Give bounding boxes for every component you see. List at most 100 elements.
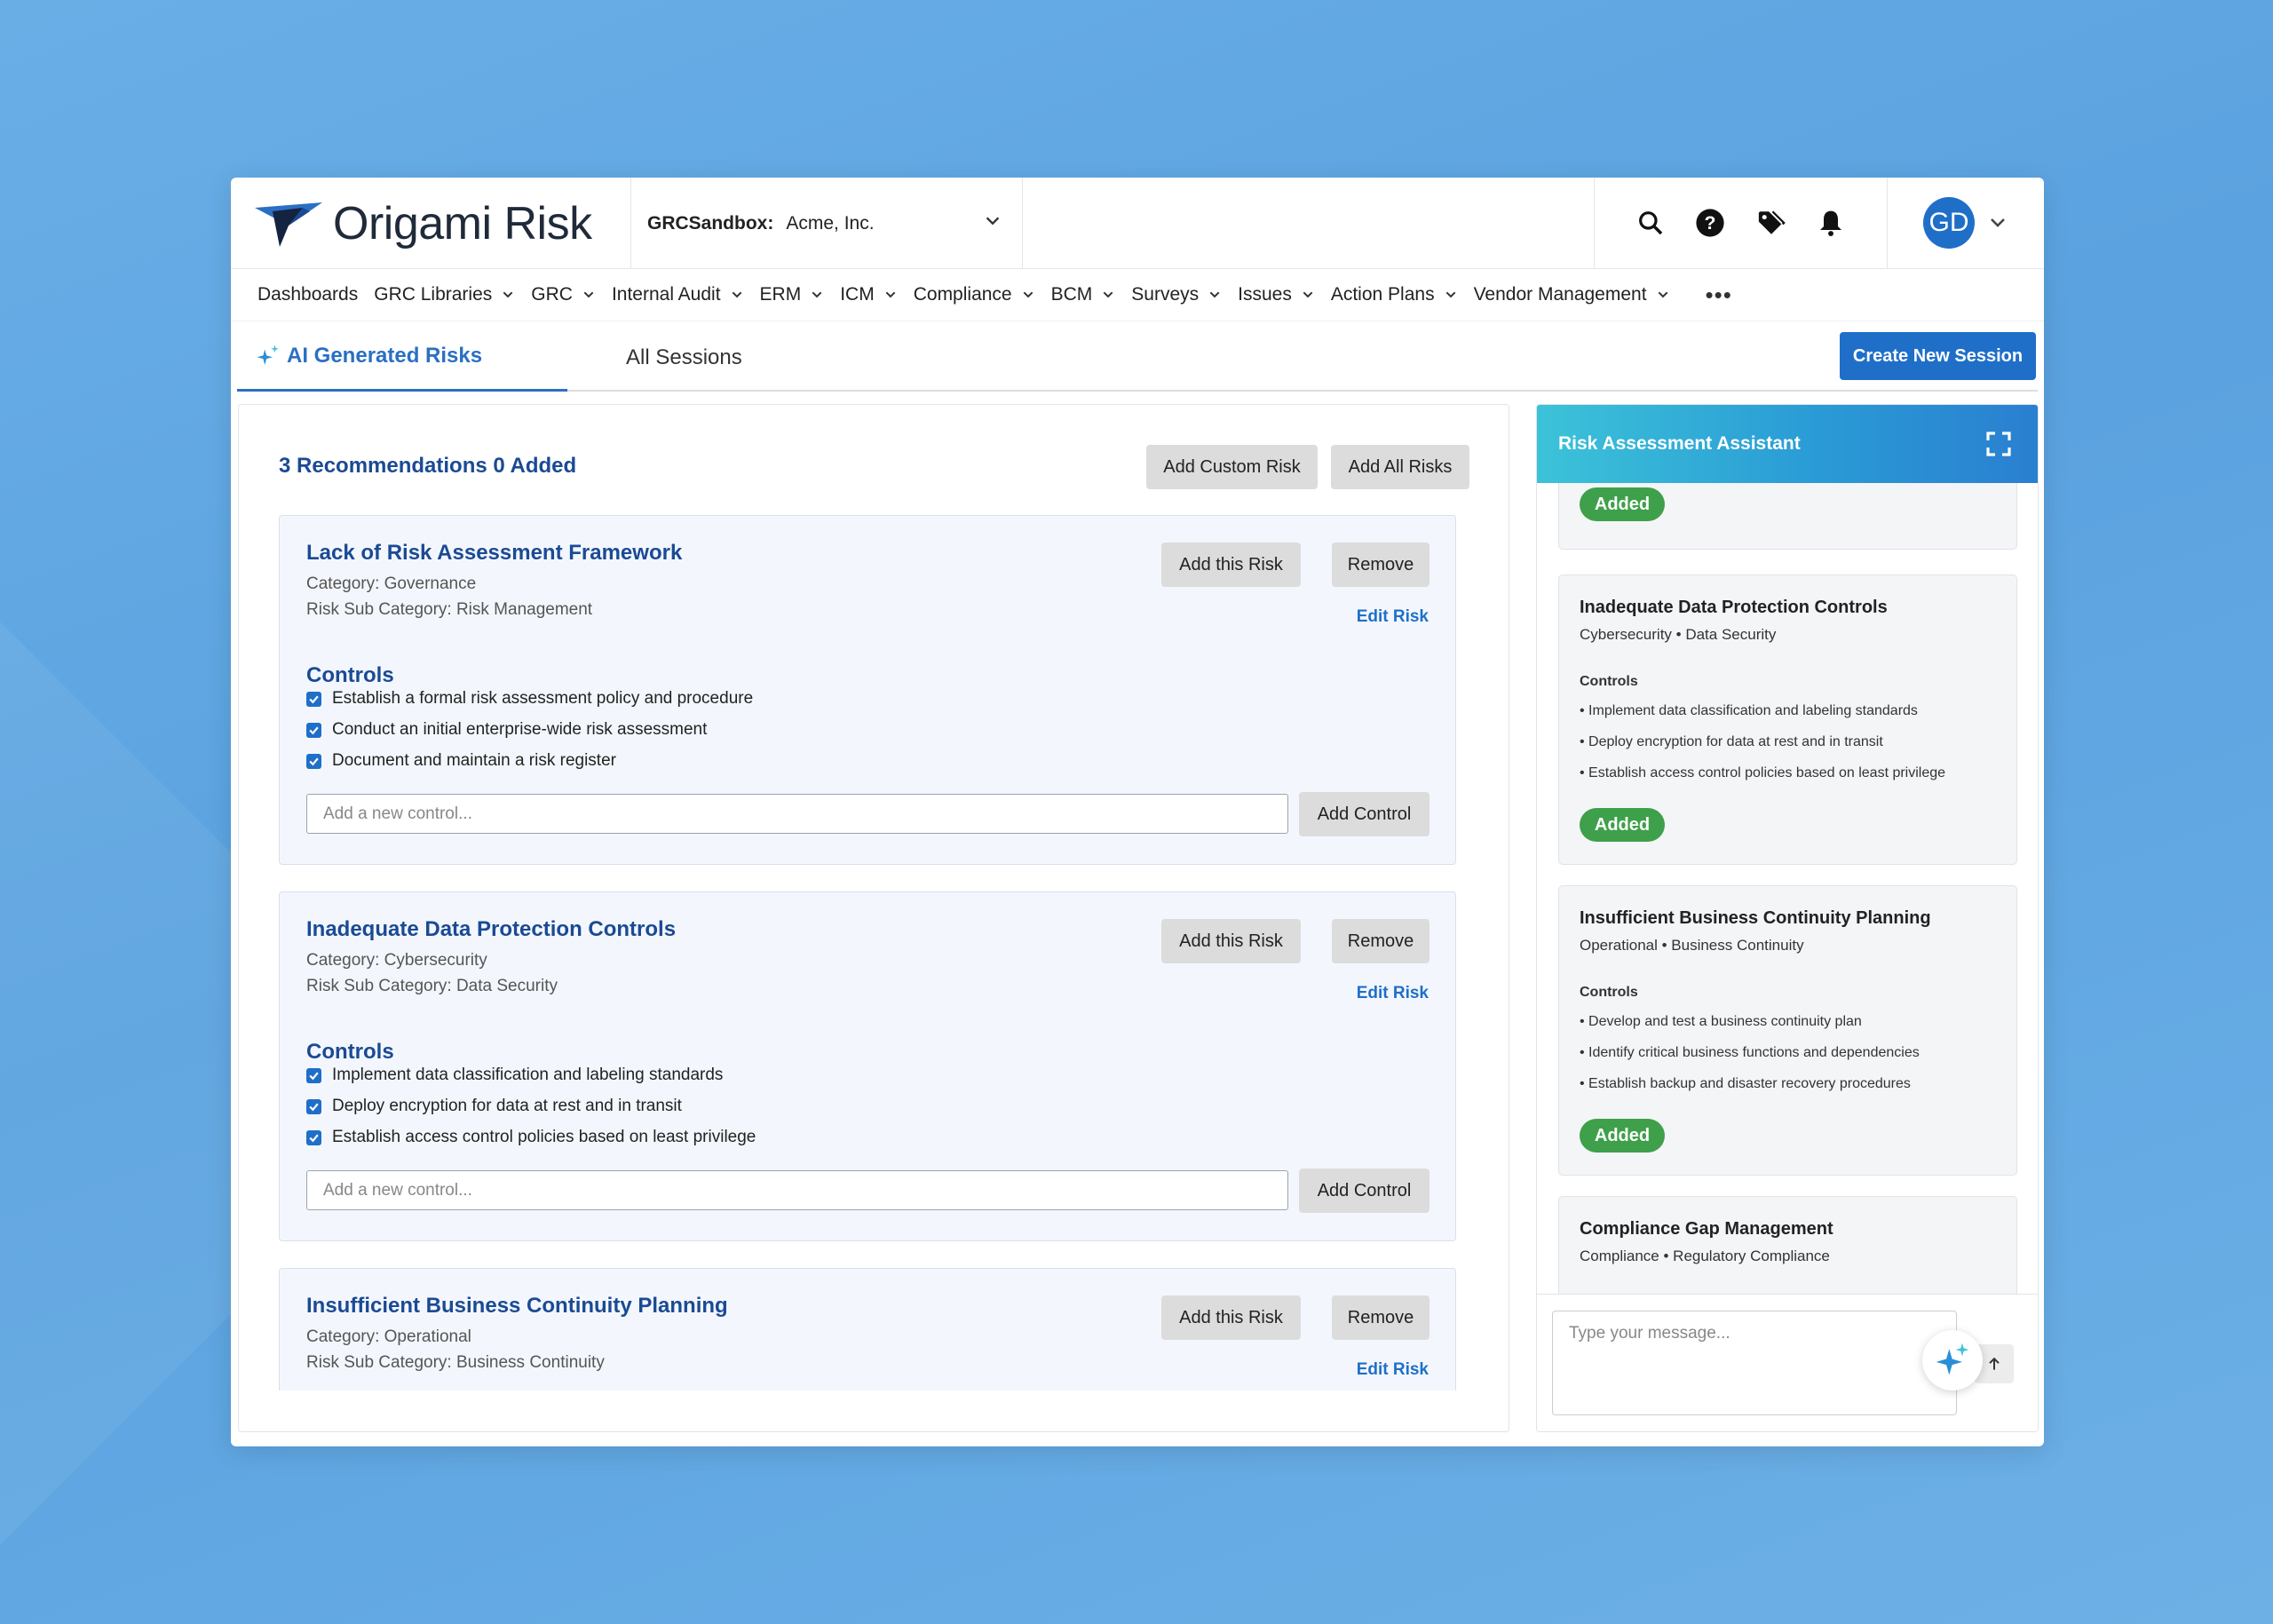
tab-all-sessions[interactable]: All Sessions (626, 323, 742, 392)
new-control-input[interactable]: Add a new control... (306, 794, 1288, 834)
recommendations-summary: 3 Recommendations 0 Added (279, 454, 577, 478)
help-icon[interactable]: ? (1695, 208, 1725, 238)
checkbox-checked-icon[interactable] (306, 691, 321, 707)
remove-risk-button[interactable]: Remove (1332, 543, 1430, 587)
nav-item-action-plans[interactable]: Action Plans (1331, 284, 1458, 305)
risk-card: Lack of Risk Assessment Framework Catego… (279, 515, 1456, 865)
header-icons: ? (1595, 178, 1888, 268)
risk-category: Category: Cybersecurity (306, 951, 487, 970)
tab-ai-generated-label: AI Generated Risks (287, 344, 483, 368)
assistant-risk-title: Inadequate Data Protection Controls (1580, 598, 1888, 617)
assistant-title: Risk Assessment Assistant (1558, 433, 1801, 454)
risk-category: Category: Governance (306, 574, 477, 593)
assistant-risk-category: Cybersecurity • Data Security (1580, 626, 1777, 643)
add-control-button[interactable]: Add Control (1299, 792, 1430, 836)
control-item[interactable]: Implement data classification and labeli… (306, 1066, 723, 1085)
risk-sub-category: Risk Sub Category: Business Continuity (306, 1353, 605, 1372)
tag-icon[interactable] (1756, 208, 1786, 238)
risk-title: Inadequate Data Protection Controls (306, 917, 677, 941)
app-window: Origami Risk GRCSandbox: Acme, Inc. ? GD… (231, 178, 2044, 1446)
nav-item-dashboards[interactable]: Dashboards (257, 284, 358, 305)
risk-sub-category: Risk Sub Category: Data Security (306, 977, 558, 995)
risk-sub-category: Risk Sub Category: Risk Management (306, 600, 593, 619)
nav-item-surveys[interactable]: Surveys (1131, 284, 1222, 305)
risk-category: Category: Operational (306, 1327, 471, 1346)
recommendations-panel: 3 Recommendations 0 Added Add Custom Ris… (238, 404, 1509, 1432)
assistant-header: Risk Assessment Assistant (1537, 405, 2038, 483)
assistant-feed[interactable]: Added Inadequate Data Protection Control… (1537, 483, 2038, 1294)
control-item[interactable]: Establish a formal risk assessment polic… (306, 689, 753, 709)
edit-risk-link[interactable]: Edit Risk (1357, 607, 1429, 627)
expand-icon[interactable] (1984, 430, 2013, 458)
edit-risk-link[interactable]: Edit Risk (1357, 984, 1429, 1003)
environment-selector[interactable]: GRCSandbox: Acme, Inc. (631, 178, 1023, 269)
chevron-down-icon (583, 291, 594, 298)
add-this-risk-button[interactable]: Add this Risk (1161, 543, 1301, 587)
assistant-controls-heading: Controls (1580, 674, 1638, 689)
assistant-control-item: • Identify critical business functions a… (1580, 1045, 1920, 1060)
tab-ai-generated-risks[interactable]: AI Generated Risks (237, 323, 567, 392)
nav-item-grc[interactable]: GRC (531, 284, 596, 305)
chevron-down-icon (1303, 291, 1313, 298)
header-spacer (1023, 178, 1595, 268)
nav-item-grc-libraries[interactable]: GRC Libraries (374, 284, 515, 305)
sparkle-icon (257, 345, 279, 365)
add-custom-risk-button[interactable]: Add Custom Risk (1146, 445, 1318, 489)
chevron-down-icon (986, 217, 1000, 226)
control-item[interactable]: Document and maintain a risk register (306, 751, 616, 771)
add-control-button[interactable]: Add Control (1299, 1168, 1430, 1213)
nav-item-internal-audit[interactable]: Internal Audit (612, 284, 744, 305)
nav-item-erm[interactable]: ERM (760, 284, 825, 305)
nav-item-label: Issues (1238, 284, 1292, 305)
nav-item-compliance[interactable]: Compliance (914, 284, 1035, 305)
add-this-risk-button[interactable]: Add this Risk (1161, 919, 1301, 963)
nav-item-issues[interactable]: Issues (1238, 284, 1315, 305)
assistant-risk-category: Operational • Business Continuity (1580, 937, 1804, 954)
ai-assistant-button[interactable] (1922, 1330, 1983, 1390)
assistant-risk-title: Compliance Gap Management (1580, 1219, 1833, 1239)
control-label: Conduct an initial enterprise-wide risk … (332, 720, 708, 739)
more-menu-icon[interactable]: ••• (1706, 281, 1732, 309)
control-item[interactable]: Establish access control policies based … (306, 1128, 756, 1147)
nav-item-icm[interactable]: ICM (840, 284, 898, 305)
logo[interactable]: Origami Risk (231, 178, 631, 269)
chevron-down-icon (1023, 291, 1033, 298)
checkbox-checked-icon[interactable] (306, 753, 321, 769)
nav-item-label: ERM (759, 284, 802, 305)
bell-icon[interactable] (1817, 209, 1845, 237)
control-item[interactable]: Deploy encryption for data at rest and i… (306, 1097, 682, 1116)
chevron-down-icon (732, 291, 741, 298)
edit-risk-link[interactable]: Edit Risk (1357, 1360, 1429, 1380)
nav-item-label: Action Plans (1330, 284, 1435, 305)
nav-item-label: ICM (840, 284, 875, 305)
add-this-risk-button[interactable]: Add this Risk (1161, 1295, 1301, 1340)
remove-risk-button[interactable]: Remove (1332, 919, 1430, 963)
checkbox-checked-icon[interactable] (306, 1098, 321, 1114)
control-label: Establish access control policies based … (332, 1128, 756, 1146)
create-new-session-button[interactable]: Create New Session (1840, 332, 2036, 380)
nav-item-bcm[interactable]: BCM (1051, 284, 1116, 305)
checkbox-checked-icon[interactable] (306, 1129, 321, 1145)
control-label: Deploy encryption for data at rest and i… (332, 1097, 682, 1115)
control-item[interactable]: Conduct an initial enterprise-wide risk … (306, 720, 707, 740)
control-label: Implement data classification and labeli… (332, 1066, 724, 1084)
control-label: Document and maintain a risk register (332, 751, 616, 770)
nav-item-label: GRC Libraries (374, 284, 493, 305)
message-input[interactable]: Type your message... (1552, 1311, 1957, 1415)
chevron-down-icon[interactable] (1987, 212, 2008, 234)
nav-item-vendor-management[interactable]: Vendor Management (1474, 284, 1670, 305)
user-menu[interactable]: GD (1888, 178, 2044, 268)
controls-heading: Controls (306, 1040, 394, 1064)
new-control-input[interactable]: Add a new control... (306, 1170, 1288, 1210)
chevron-down-icon (1209, 291, 1220, 298)
assistant-panel: Risk Assessment Assistant Added Inadequa… (1536, 404, 2039, 1432)
avatar[interactable]: GD (1923, 197, 1975, 249)
checkbox-checked-icon[interactable] (306, 1067, 321, 1083)
chevron-down-icon (885, 291, 896, 298)
search-icon[interactable] (1636, 209, 1665, 237)
remove-risk-button[interactable]: Remove (1332, 1295, 1430, 1340)
nav-item-label: BCM (1050, 284, 1093, 305)
checkbox-checked-icon[interactable] (306, 722, 321, 738)
add-all-risks-button[interactable]: Add All Risks (1331, 445, 1469, 489)
nav-item-label: Surveys (1131, 284, 1200, 305)
